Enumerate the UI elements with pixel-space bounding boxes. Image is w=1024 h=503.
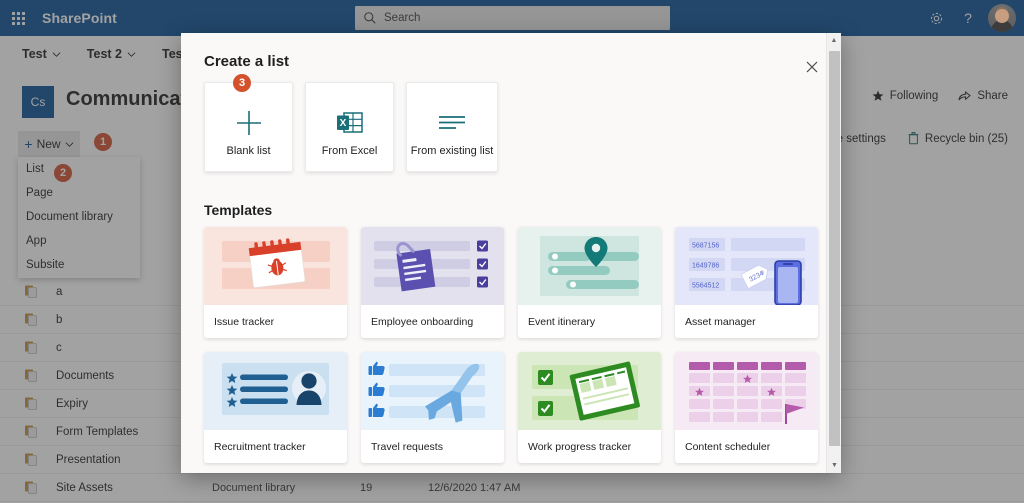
template-label: Event itinerary <box>528 315 596 328</box>
asset-number-2: 5564512 <box>692 283 719 290</box>
svg-text:X: X <box>339 118 346 129</box>
template-label: Recruitment tracker <box>214 440 306 453</box>
template-label: Content scheduler <box>685 440 771 453</box>
template-label: Employee onboarding <box>371 315 474 328</box>
travel-requests-art <box>361 352 504 430</box>
template-card-recruitment-tracker[interactable]: Recruitment tracker <box>204 352 347 463</box>
scrollbar-thumb[interactable] <box>829 51 840 446</box>
templates-heading: Templates <box>204 202 273 218</box>
plus-icon <box>236 111 261 135</box>
employee-onboarding-art <box>361 227 504 305</box>
template-card-asset-manager[interactable]: 5687156 1649786 5564512 3234 Asset manag… <box>675 227 818 338</box>
issue-tracker-art <box>204 227 347 305</box>
dialog-title: Create a list <box>204 53 290 70</box>
create-a-list-dialog: Create a list 3 Blank list X From Excel … <box>181 33 841 473</box>
list-lines-icon <box>439 116 465 129</box>
scroll-up-arrow-icon[interactable]: ▲ <box>827 33 841 48</box>
template-label: Travel requests <box>371 440 443 453</box>
close-icon[interactable] <box>803 58 821 76</box>
template-card-issue-tracker[interactable]: Issue tracker <box>204 227 347 338</box>
template-card-event-itinerary[interactable]: Event itinerary <box>518 227 661 338</box>
template-label: Work progress tracker <box>528 440 632 453</box>
template-card-content-scheduler[interactable]: Content scheduler <box>675 352 818 463</box>
dialog-scrollbar[interactable]: ▲ ▼ <box>826 33 841 473</box>
asset-manager-art: 5687156 1649786 5564512 3234 <box>675 227 818 305</box>
callout-badge-3: 3 <box>233 74 251 92</box>
template-card-employee-onboarding[interactable]: Employee onboarding <box>361 227 504 338</box>
screen-root: SharePoint Search ? Test Test 2 Test 3 C… <box>0 0 1024 503</box>
recruitment-tracker-art <box>204 352 347 430</box>
from-existing-list-label: From existing list <box>410 145 494 157</box>
from-excel-card[interactable]: X From Excel <box>305 82 394 172</box>
template-label: Asset manager <box>685 315 756 328</box>
scroll-down-arrow-icon[interactable]: ▼ <box>827 458 841 473</box>
asset-number-0: 5687156 <box>692 243 719 250</box>
asset-number-1: 1649786 <box>692 263 719 270</box>
template-card-travel-requests[interactable]: Travel requests <box>361 352 504 463</box>
blank-list-label: Blank list <box>226 145 271 157</box>
from-existing-list-card[interactable]: From existing list <box>406 82 498 172</box>
work-progress-tracker-art <box>518 352 661 430</box>
templates-grid: Issue tracker Employee onboarding Event … <box>204 227 818 463</box>
from-excel-label: From Excel <box>321 145 378 157</box>
template-label: Issue tracker <box>214 315 275 328</box>
template-card-work-progress-tracker[interactable]: Work progress tracker <box>518 352 661 463</box>
blank-list-card[interactable]: 3 Blank list <box>204 74 293 172</box>
excel-icon: X <box>336 112 363 133</box>
content-scheduler-art <box>675 352 818 430</box>
event-itinerary-art <box>518 227 661 305</box>
create-options-row: 3 Blank list X From Excel From existing … <box>204 74 498 172</box>
